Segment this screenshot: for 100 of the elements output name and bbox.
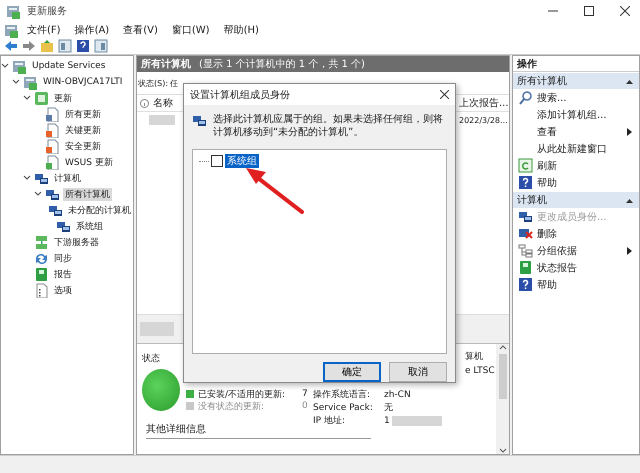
table-cell: 2022/3/28... xyxy=(459,116,509,124)
action-item[interactable]: 添加计算机组... xyxy=(513,106,639,123)
collapse-chevron-icon[interactable] xyxy=(23,174,31,182)
folder-up-icon[interactable] xyxy=(40,39,54,53)
collapse-chevron-icon[interactable] xyxy=(23,94,31,102)
section-header[interactable]: 计算机 xyxy=(513,192,639,208)
scrollbar[interactable] xyxy=(496,344,509,454)
pane-title: 操作 xyxy=(513,56,639,72)
close-icon[interactable] xyxy=(440,90,449,100)
tree-item[interactable]: WIN-OBVJCA17LTI xyxy=(41,77,124,87)
collapse-chevron-icon[interactable] xyxy=(12,78,20,86)
panel-icon[interactable] xyxy=(94,39,108,53)
status-label: 状态 xyxy=(142,352,161,365)
tree-item-icon xyxy=(34,282,49,298)
info-text: e LTSC xyxy=(465,366,496,376)
menu-app-icon xyxy=(4,22,19,38)
scroll-thumb[interactable] xyxy=(498,354,506,399)
tree-item[interactable]: Update Services xyxy=(30,61,108,71)
filter-value[interactable]: 任 xyxy=(170,78,178,88)
menu-item[interactable]: 操作(A) xyxy=(68,23,116,37)
dialog-title: 设置计算机组成员身份 xyxy=(190,88,290,102)
window-title: 更新服务 xyxy=(27,4,68,18)
tree-item[interactable]: 安全更新 xyxy=(63,140,103,152)
tree-item-icon xyxy=(45,122,60,138)
tree-item[interactable]: 所有计算机 xyxy=(63,188,112,200)
legend-label: 已安装/不适用的更新: xyxy=(198,388,286,400)
info-label: Service Pack: xyxy=(313,402,374,412)
info-value: 无 xyxy=(384,402,393,414)
forward-arrow-icon[interactable] xyxy=(22,39,36,53)
tree-item[interactable]: 系统组 xyxy=(74,220,105,232)
scroll-up-icon[interactable] xyxy=(498,344,506,350)
group-item[interactable]: 系统组 xyxy=(225,154,259,168)
info-text: 算机 xyxy=(465,350,484,363)
action-icon xyxy=(518,158,533,173)
tree-item[interactable]: 未分配的计算机 xyxy=(66,204,133,216)
action-item[interactable]: 删除 xyxy=(513,225,639,242)
section-header[interactable]: 所有计算机 xyxy=(513,73,639,89)
legend-count: 0 xyxy=(302,401,308,411)
tree-item-icon xyxy=(12,58,27,74)
tree-item[interactable]: 同步 xyxy=(52,252,74,264)
tree-item-icon xyxy=(45,106,60,122)
action-item[interactable]: 查看 xyxy=(513,123,639,140)
column-header[interactable]: 名称 xyxy=(153,96,173,110)
tree-item[interactable]: 选项 xyxy=(52,284,74,296)
action-item[interactable]: 帮助 xyxy=(513,276,639,293)
info-label: 操作系统语言: xyxy=(313,388,372,401)
tree-item-icon xyxy=(34,90,49,106)
maximize-icon[interactable] xyxy=(584,6,594,16)
dialog-message: 选择此计算机应属于的组。如果未选择任何组，则将计算机移动到“未分配的计算机”。 xyxy=(213,113,444,140)
close-icon[interactable] xyxy=(620,6,630,16)
menu-item[interactable]: 查看(V) xyxy=(117,23,164,37)
tree-item[interactable]: WSUS 更新 xyxy=(63,156,115,168)
action-icon xyxy=(518,209,533,224)
action-item[interactable]: 帮助 xyxy=(513,174,639,191)
help-icon[interactable] xyxy=(76,39,90,53)
action-item[interactable]: 从此处新建窗口 xyxy=(513,140,639,157)
action-icon xyxy=(518,243,533,258)
action-item[interactable]: 搜索... xyxy=(513,89,639,106)
menu-item[interactable]: 文件(F) xyxy=(21,23,67,37)
scroll-down-icon[interactable] xyxy=(498,448,506,454)
tree-item[interactable]: 报告 xyxy=(52,268,74,280)
action-icon xyxy=(518,277,533,292)
legend-count: 7 xyxy=(302,389,308,399)
tree-item-icon xyxy=(23,74,38,90)
dialog-button[interactable]: 确定 xyxy=(323,362,381,382)
panel-icon[interactable] xyxy=(58,39,72,53)
collapse-chevron-icon[interactable] xyxy=(34,190,42,198)
collapse-triangle-icon[interactable] xyxy=(626,198,633,202)
tree-item[interactable]: 计算机 xyxy=(52,172,83,184)
tree-item[interactable]: 所有更新 xyxy=(63,108,103,120)
pane-title: 所有计算机 xyxy=(141,58,191,71)
dialog-button[interactable]: 取消 xyxy=(389,362,447,382)
computers-icon xyxy=(192,113,207,128)
menu-item[interactable]: 帮助(H) xyxy=(218,23,265,37)
action-icon xyxy=(518,175,533,190)
tree-item-icon xyxy=(45,138,60,154)
info-icon xyxy=(140,98,149,108)
action-icon xyxy=(518,260,533,275)
back-arrow-icon[interactable] xyxy=(4,39,18,53)
action-item[interactable]: 分组依据 xyxy=(513,242,639,259)
info-value: 1 xyxy=(384,416,390,426)
menu-item[interactable]: 窗口(W) xyxy=(166,23,216,37)
pane-count: (显示 1 个计算机中的 1 个，共 1 个) xyxy=(199,58,365,71)
tree-item-icon xyxy=(34,266,49,282)
column-header[interactable]: 上次报告... xyxy=(459,96,509,110)
legend-label: 没有状态的更新: xyxy=(198,400,266,412)
annotation-arrow xyxy=(244,166,306,216)
collapse-chevron-icon[interactable] xyxy=(1,62,9,70)
redacted-block xyxy=(392,416,442,426)
tree-item-icon xyxy=(34,234,49,250)
tree-item[interactable]: 更新 xyxy=(52,92,74,104)
info-value: zh-CN xyxy=(384,390,411,400)
tree-item-icon xyxy=(45,154,60,170)
action-item[interactable]: 状态报告 xyxy=(513,259,639,276)
tree-item[interactable]: 关键更新 xyxy=(63,124,103,136)
action-item[interactable]: 刷新 xyxy=(513,157,639,174)
action-icon xyxy=(518,90,533,105)
checkbox[interactable] xyxy=(211,155,223,168)
tree-item[interactable]: 下游服务器 xyxy=(52,236,101,248)
collapse-triangle-icon[interactable] xyxy=(626,78,633,84)
